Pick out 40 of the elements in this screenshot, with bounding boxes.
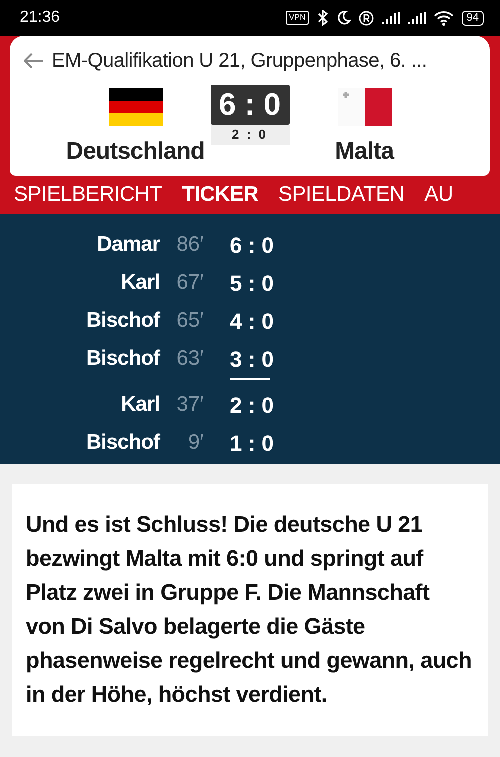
scorer-name: Karl	[120, 392, 160, 418]
moon-icon	[336, 11, 351, 25]
goal-score: 6 : 0	[228, 232, 274, 260]
score-display: 6 : 0	[210, 85, 290, 125]
signal-icon	[408, 12, 426, 24]
tab[interactable]: SPIELDATEN	[268, 176, 415, 214]
goal-score: 2 : 0	[228, 392, 274, 420]
report-paragraph: Und es ist Schluss! Die deutsche U 21 bezwingt Malta mit 6:0 und springt auf Platz zwei in Gruppe F. Die Mannschaft von Di Salvo belagerte die Gäste phasenweise regelrecht und gewann, auch in der Höhe, höchst verdient.	[26, 511, 473, 709]
goal-minute: 63′	[176, 346, 204, 372]
wifi-icon	[434, 10, 454, 26]
goal-minute: 67′	[176, 270, 204, 296]
match-title: EM-Qualifikation U 21, Gruppenphase, 6. ...	[52, 49, 428, 74]
goal-minute: 65′	[176, 308, 204, 334]
tab[interactable]: AU	[414, 176, 464, 214]
goal-score: 5 : 0	[228, 270, 274, 298]
goal-minute: 37′	[176, 392, 204, 418]
scorer-name: Damar	[96, 232, 160, 258]
goal-minute: 86′	[176, 232, 204, 258]
halftime-score: 2 : 0	[210, 125, 290, 145]
scorer-name: Bischof	[85, 430, 160, 456]
battery-indicator: 94	[462, 10, 484, 26]
team-name: Deutschland	[66, 138, 205, 166]
tab[interactable]: SPIELBERICHT	[4, 176, 172, 214]
status-time: 21:36	[20, 8, 60, 28]
registered-icon	[358, 10, 374, 26]
vpn-badge: VPN	[286, 11, 309, 25]
goal-minute: 9′	[187, 430, 204, 456]
goal-score: 4 : 0	[228, 308, 274, 336]
scorer-name: Bischof	[85, 346, 160, 372]
goal-score: 3 : 0	[228, 346, 274, 374]
tab[interactable]: TICKER	[172, 176, 268, 214]
flag-icon	[108, 88, 162, 126]
signal-icon	[382, 12, 400, 24]
scorer-name: Karl	[120, 270, 160, 296]
back-arrow-icon[interactable]	[24, 53, 44, 69]
goal-score: 1 : 0	[228, 430, 274, 458]
halftime-divider	[230, 378, 270, 380]
scorer-name: Bischof	[85, 308, 160, 334]
bluetooth-icon	[316, 10, 329, 26]
team-name: Malta	[335, 138, 394, 166]
